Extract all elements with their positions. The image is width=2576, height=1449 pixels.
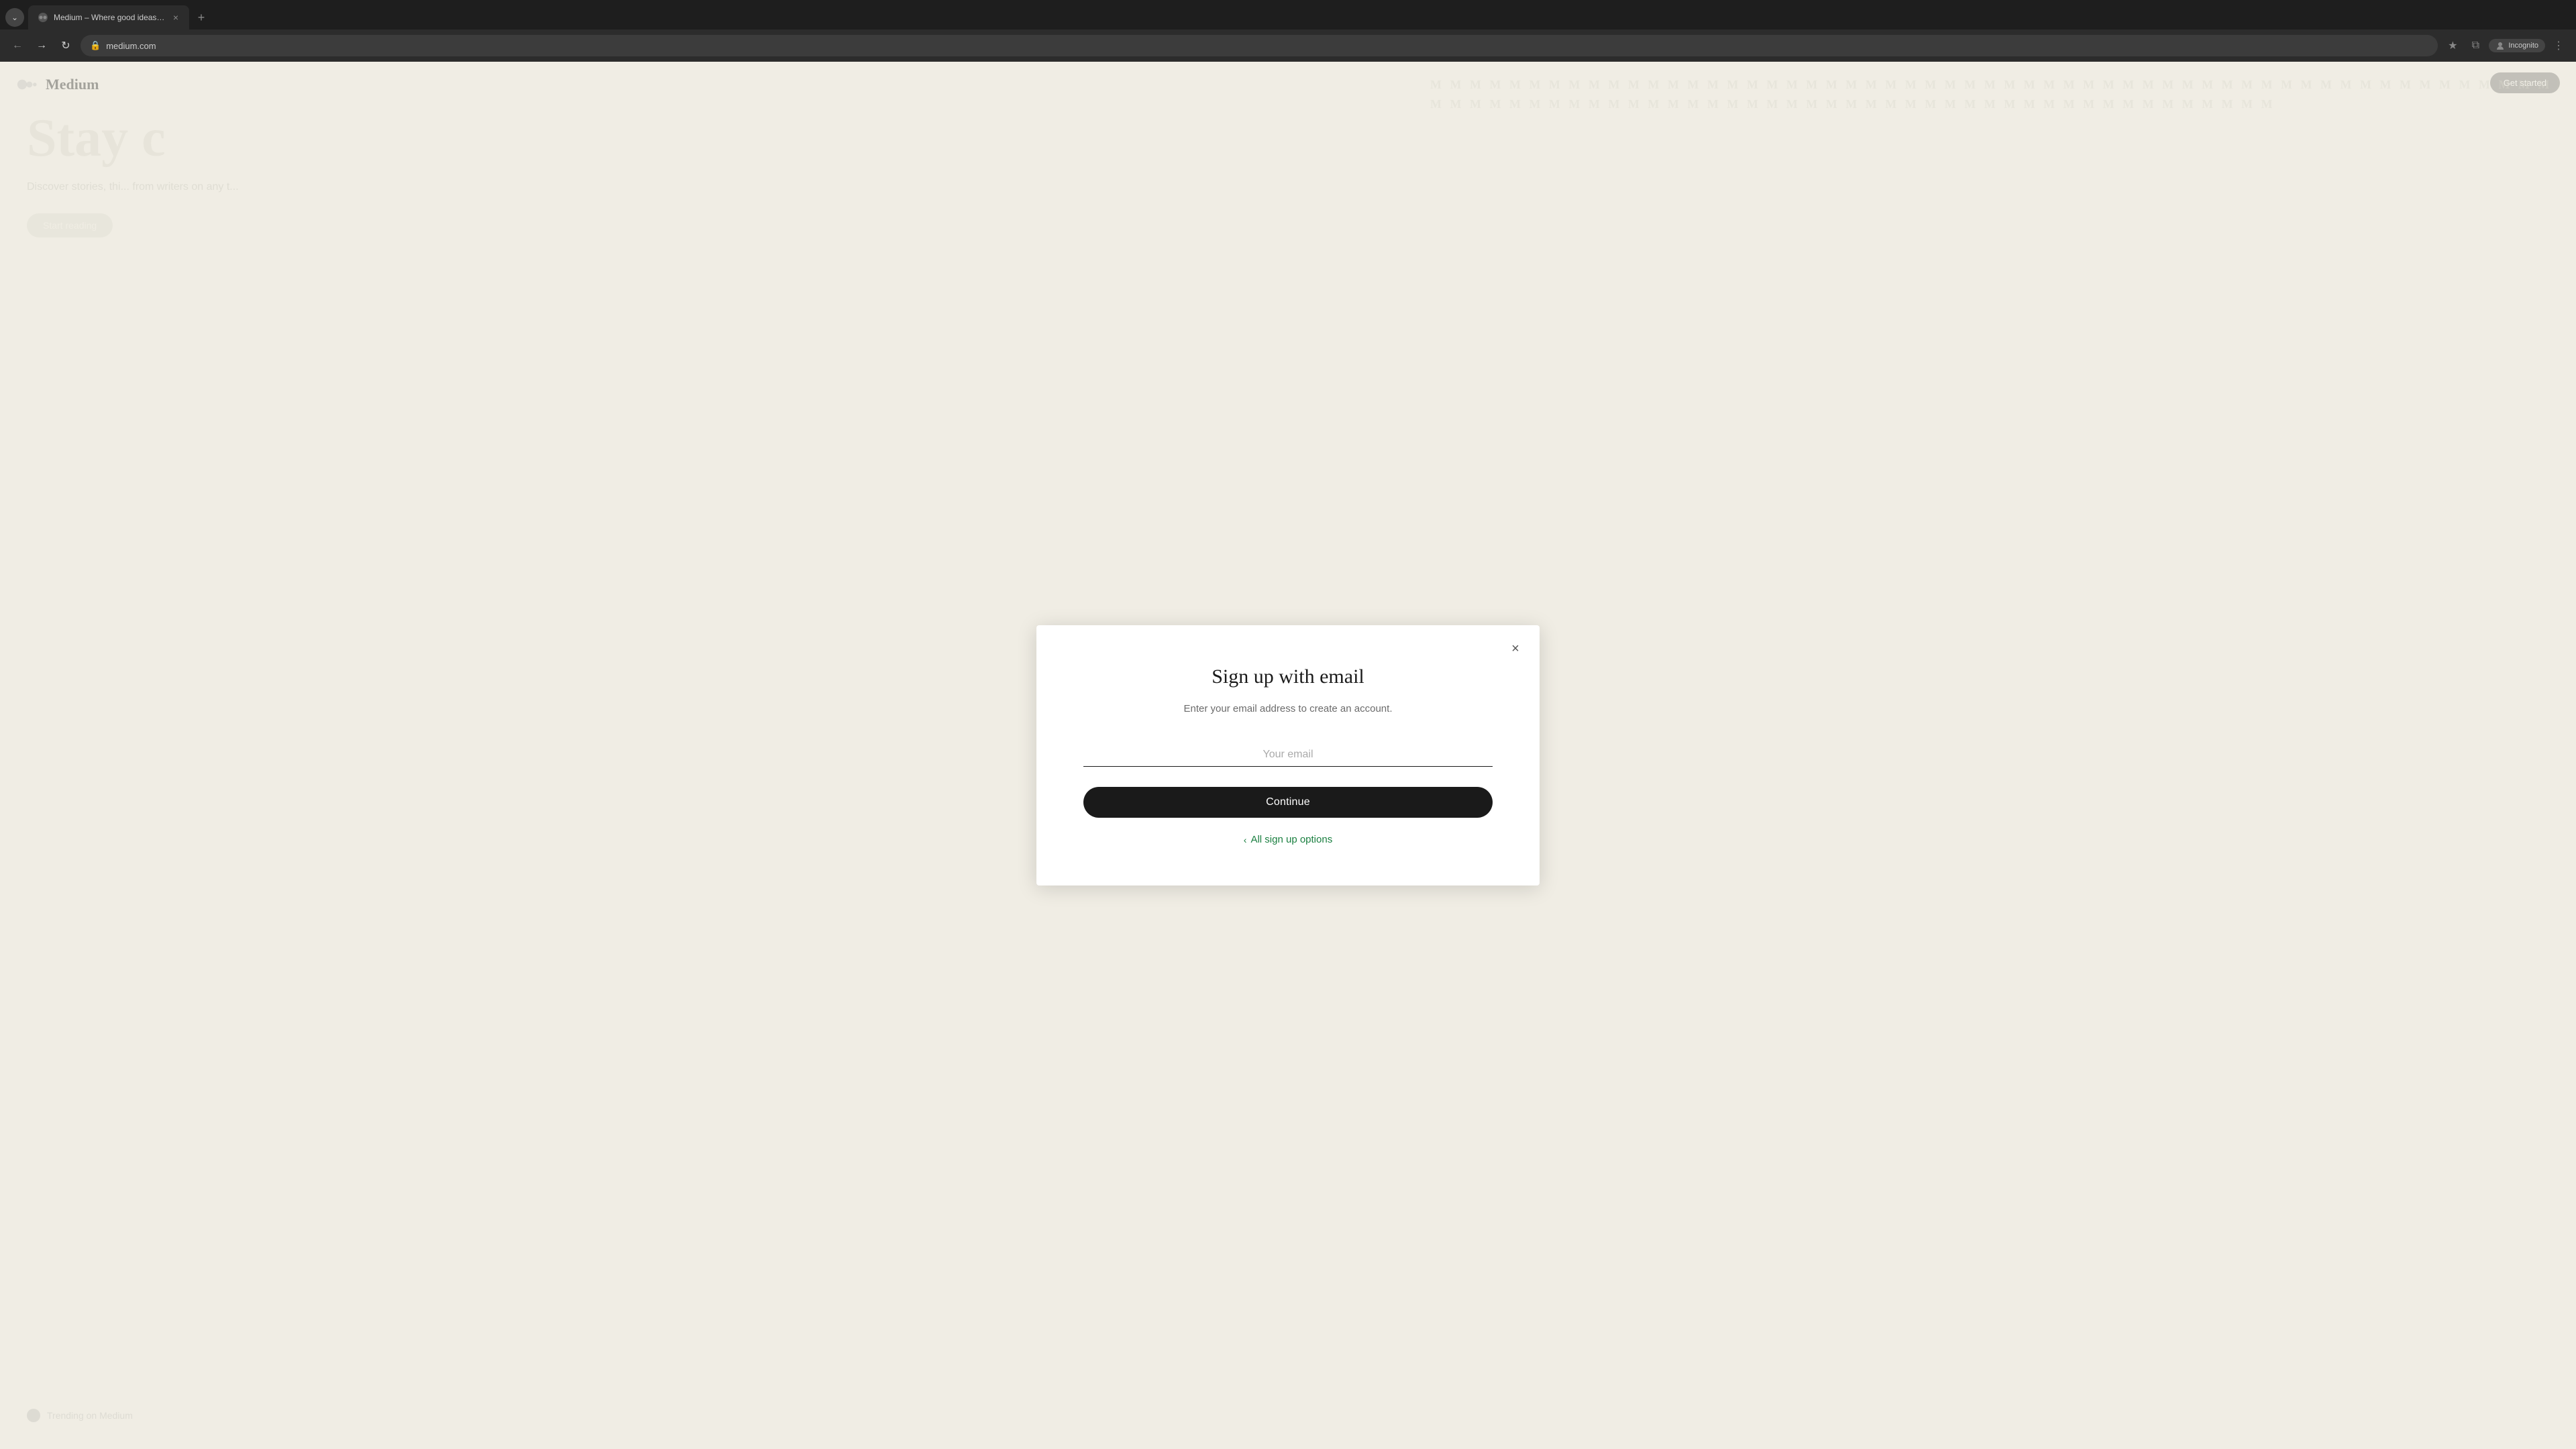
toolbar-actions: ★ ⧉ Incognito ⋮ bbox=[2443, 36, 2568, 55]
bookmark-button[interactable]: ★ bbox=[2443, 36, 2462, 55]
split-view-button[interactable]: ⧉ bbox=[2466, 36, 2485, 55]
modal-overlay: × Sign up with email Enter your email ad… bbox=[0, 62, 2576, 1449]
browser-tab-bar: ⌄ Medium – Where good ideas fi... × + bbox=[0, 0, 2576, 30]
incognito-label: Incognito bbox=[2508, 42, 2538, 50]
refresh-button[interactable]: ↻ bbox=[56, 36, 75, 55]
modal-title: Sign up with email bbox=[1212, 665, 1364, 688]
tab-title: Medium – Where good ideas fi... bbox=[54, 13, 166, 22]
email-input[interactable] bbox=[1083, 743, 1493, 767]
page-content: Medium Get started Stay c Discover stori… bbox=[0, 62, 2576, 1449]
address-security-icon: 🔒 bbox=[90, 40, 101, 51]
tab-list-button[interactable]: ⌄ bbox=[5, 8, 24, 27]
all-signup-label: All sign up options bbox=[1250, 834, 1332, 845]
incognito-icon bbox=[2496, 41, 2505, 50]
active-tab[interactable]: Medium – Where good ideas fi... × bbox=[28, 5, 189, 30]
address-bar[interactable]: 🔒 medium.com bbox=[80, 35, 2438, 56]
more-button[interactable]: ⋮ bbox=[2549, 36, 2568, 55]
chevron-left-icon: ‹ bbox=[1244, 835, 1247, 845]
browser-toolbar: ← → ↻ 🔒 medium.com ★ ⧉ Incognito ⋮ bbox=[0, 30, 2576, 62]
browser-chrome: ⌄ Medium – Where good ideas fi... × + ← … bbox=[0, 0, 2576, 62]
new-tab-button[interactable]: + bbox=[192, 8, 211, 27]
address-text: medium.com bbox=[106, 41, 2428, 51]
tab-close-button[interactable]: × bbox=[172, 11, 180, 24]
modal-subtitle: Enter your email address to create an ac… bbox=[1183, 702, 1392, 717]
email-input-wrapper bbox=[1083, 743, 1493, 767]
modal-close-button[interactable]: × bbox=[1505, 639, 1526, 660]
signup-modal: × Sign up with email Enter your email ad… bbox=[1036, 625, 1540, 886]
tab-favicon bbox=[38, 12, 48, 23]
all-signup-options-link[interactable]: ‹ All sign up options bbox=[1244, 834, 1332, 845]
forward-button[interactable]: → bbox=[32, 36, 51, 55]
back-button[interactable]: ← bbox=[8, 36, 27, 55]
incognito-badge: Incognito bbox=[2489, 39, 2545, 52]
continue-button[interactable]: Continue bbox=[1083, 787, 1493, 818]
